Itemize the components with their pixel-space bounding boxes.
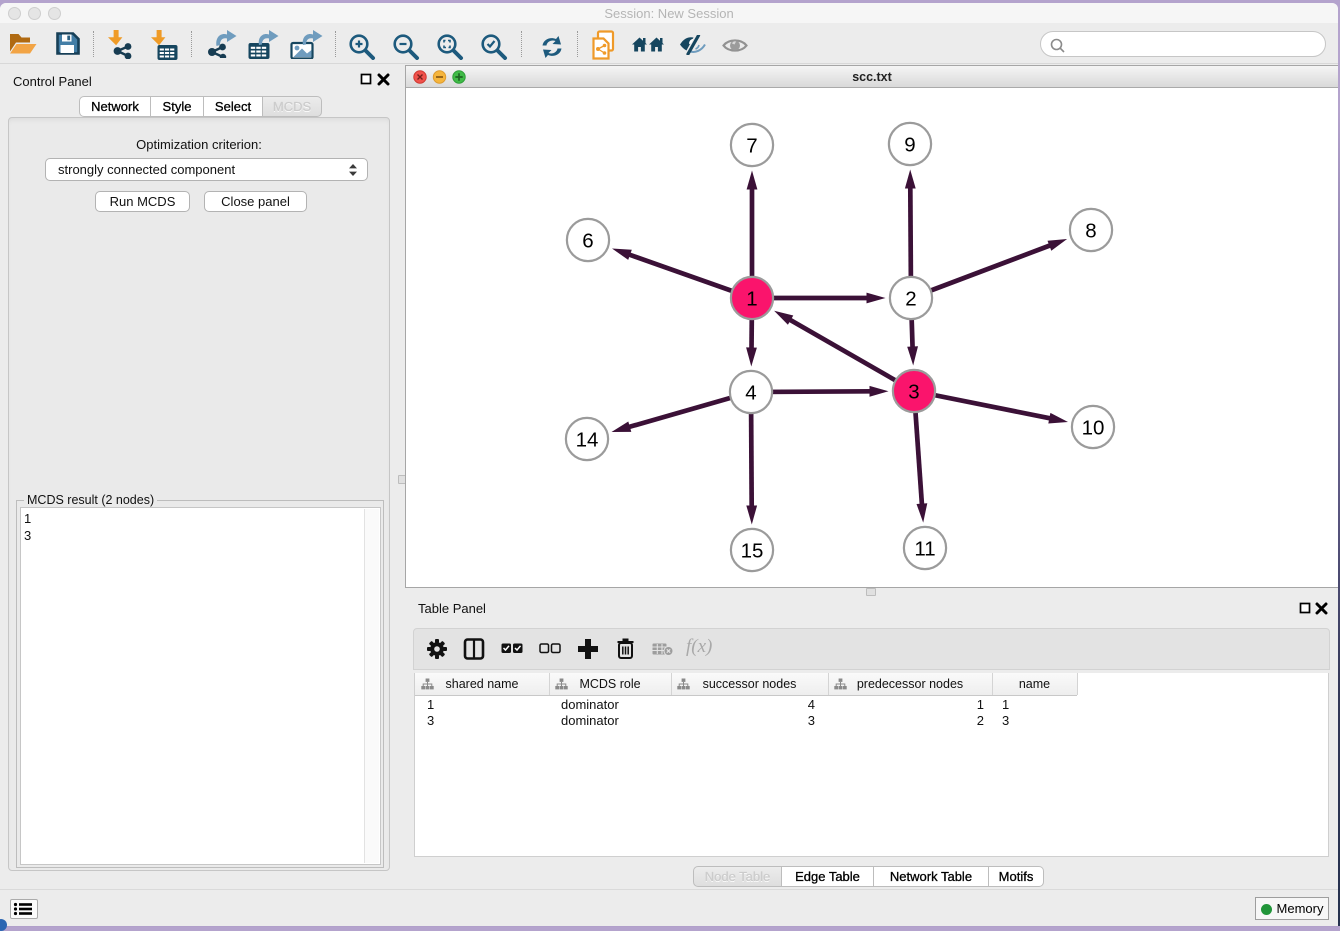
svg-text:10: 10 bbox=[1082, 416, 1105, 439]
svg-text:6: 6 bbox=[582, 229, 593, 252]
svg-text:11: 11 bbox=[914, 537, 935, 560]
svg-text:1: 1 bbox=[746, 287, 757, 310]
svg-text:2: 2 bbox=[905, 287, 916, 310]
svg-text:3: 3 bbox=[908, 380, 919, 403]
svg-text:4: 4 bbox=[745, 381, 756, 404]
svg-text:14: 14 bbox=[576, 428, 599, 451]
svg-text:9: 9 bbox=[904, 133, 915, 156]
svg-text:8: 8 bbox=[1085, 219, 1096, 242]
svg-text:7: 7 bbox=[746, 134, 757, 157]
svg-text:15: 15 bbox=[741, 539, 764, 562]
